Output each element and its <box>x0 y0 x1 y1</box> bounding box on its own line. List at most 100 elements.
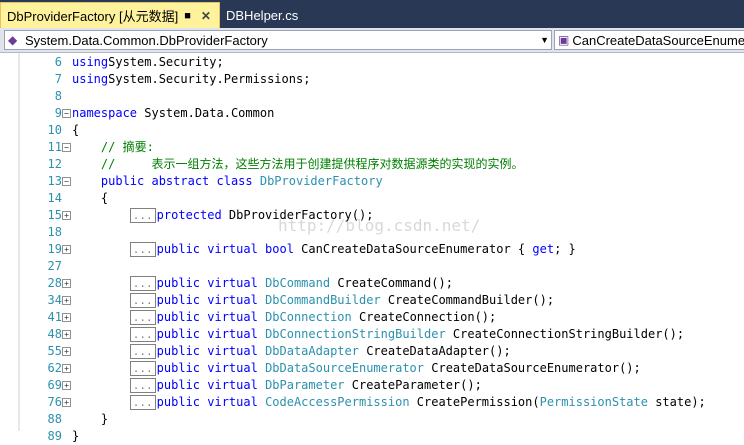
tab-dbproviderfactory[interactable]: DbProviderFactory [从元数据] ■ ✕ <box>0 2 220 28</box>
line-number: 88 <box>47 412 62 426</box>
code-token: state); <box>647 395 706 409</box>
code-text: // 表示一组方法，这些方法用于创建提供程序对数据源类的实现的实例。 <box>72 156 524 173</box>
type-dropdown[interactable]: ◆ System.Data.Common.DbProviderFactory ▼ <box>4 30 552 50</box>
code-token: // 表示一组方法，这些方法用于创建提供程序对数据源类的实现的实例。 <box>72 157 524 171</box>
expand-icon[interactable]: + <box>62 398 71 407</box>
code-text: ... public virtual CodeAccessPermission C… <box>72 394 706 411</box>
expand-icon[interactable]: + <box>62 381 71 390</box>
code-line: 10 { <box>0 122 744 139</box>
code-token: CreateConnection(); <box>351 310 497 324</box>
line-number: 62 <box>47 361 62 375</box>
code-token: protected <box>156 208 222 222</box>
collapsed-region[interactable]: ... <box>129 293 156 308</box>
collapse-icon[interactable]: − <box>62 143 71 152</box>
line-number: 9 <box>54 106 62 120</box>
member-dropdown[interactable]: ▣ CanCreateDataSourceEnumer <box>554 30 744 50</box>
code-line: 14 { <box>0 190 744 207</box>
code-text: } <box>72 411 108 428</box>
expand-icon[interactable]: + <box>62 347 71 356</box>
code-line: 12 // 表示一组方法，这些方法用于创建提供程序对数据源类的实现的实例。 <box>0 156 744 173</box>
code-token: using <box>72 55 109 69</box>
line-number: 15 <box>47 208 62 222</box>
line-number: 41 <box>47 310 62 324</box>
collapsed-region[interactable]: ... <box>129 344 156 359</box>
line-number: 27 <box>47 259 62 273</box>
code-token: DbCommand <box>265 276 331 290</box>
tab-dbhelper[interactable]: DBHelper.cs <box>222 2 322 28</box>
collapsed-region[interactable]: ... <box>129 395 156 410</box>
property-icon: ▣ <box>558 33 570 47</box>
code-token: DbCommandBuilder <box>265 293 381 307</box>
expand-icon[interactable]: + <box>62 279 71 288</box>
code-line: 11− // 摘要: <box>0 139 744 156</box>
expand-icon[interactable]: + <box>62 296 71 305</box>
close-icon[interactable]: ✕ <box>201 9 211 23</box>
code-line: 9− namespace System.Data.Common <box>0 105 744 122</box>
code-line: 41 + ... public virtual DbConnection Creat… <box>0 309 744 326</box>
code-token: public virtual <box>156 378 258 392</box>
code-text: ... public virtual DbCommandBuilder Creat… <box>72 292 554 309</box>
pin-icon[interactable]: ■ <box>184 10 191 22</box>
expand-icon[interactable]: + <box>62 330 71 339</box>
code-token: PermissionState <box>539 395 648 409</box>
code-token: public virtual <box>156 395 258 409</box>
collapsed-region[interactable]: ... <box>129 361 156 376</box>
line-number: 8 <box>54 89 62 103</box>
code-line: 19 + ... public virtual bool CanCreateData… <box>0 241 744 258</box>
code-text: ... protected DbProviderFactory(); <box>72 207 373 224</box>
code-token: DbProviderFactory(); <box>221 208 374 222</box>
code-text: ... public virtual DbConnection CreateCon… <box>72 309 496 326</box>
collapse-icon[interactable]: − <box>62 109 71 118</box>
class-icon: ◆ <box>8 33 18 47</box>
collapsed-region[interactable]: ... <box>129 327 156 342</box>
code-token: public virtual <box>156 361 258 375</box>
code-line: 55 + ... public virtual DbDataAdapter Crea… <box>0 343 744 360</box>
code-token: CreateCommandBuilder(); <box>380 293 555 307</box>
line-number: 48 <box>47 327 62 341</box>
expand-icon[interactable]: + <box>62 211 71 220</box>
code-text: ... public virtual DbDataSourceEnumerator… <box>72 360 641 377</box>
code-token: System.Data.Common <box>137 106 275 120</box>
code-token: namespace <box>72 106 138 120</box>
collapsed-region[interactable]: ... <box>129 208 156 223</box>
document-tab-strip: DbProviderFactory [从元数据] ■ ✕ DBHelper.cs <box>0 0 744 28</box>
collapsed-region[interactable]: ... <box>129 276 156 291</box>
code-text: public abstract class DbProviderFactory <box>72 173 383 190</box>
tab-label: DBHelper.cs <box>226 7 299 23</box>
code-token: public virtual <box>156 344 258 358</box>
collapsed-region[interactable]: ... <box>129 242 156 257</box>
collapsed-region[interactable]: ... <box>129 310 156 325</box>
code-token: CodeAccessPermission <box>265 395 410 409</box>
code-editor[interactable]: http://blog.csdn.net/ 6 usingSystem.Secur… <box>0 53 744 443</box>
code-line: 48 + ... public virtual DbConnectionString… <box>0 326 744 343</box>
code-token: DbConnection <box>265 310 352 324</box>
expand-icon[interactable]: + <box>62 313 71 322</box>
collapsed-region[interactable]: ... <box>129 378 156 393</box>
line-number: 11 <box>47 140 62 154</box>
code-text: { <box>72 122 79 139</box>
code-text: ... public virtual DbCommand CreateComman… <box>72 275 453 292</box>
code-text: ... public virtual DbParameter CreatePara… <box>72 377 482 394</box>
expand-icon[interactable]: + <box>62 364 71 373</box>
code-text: usingSystem.Security.Permissions; <box>72 71 310 88</box>
line-number: 28 <box>47 276 62 290</box>
code-token: DbParameter <box>265 378 345 392</box>
code-line: 27 <box>0 258 744 275</box>
chevron-down-icon[interactable]: ▼ <box>540 35 549 45</box>
code-text: ... public virtual DbDataAdapter CreateDa… <box>72 343 511 360</box>
code-token: public virtual <box>156 310 258 324</box>
code-line: 7 usingSystem.Security.Permissions; <box>0 71 744 88</box>
collapse-icon[interactable]: − <box>62 177 71 186</box>
code-token: CreateDataAdapter(); <box>358 344 511 358</box>
expand-icon[interactable]: + <box>62 245 71 254</box>
code-line: 18 <box>0 224 744 241</box>
